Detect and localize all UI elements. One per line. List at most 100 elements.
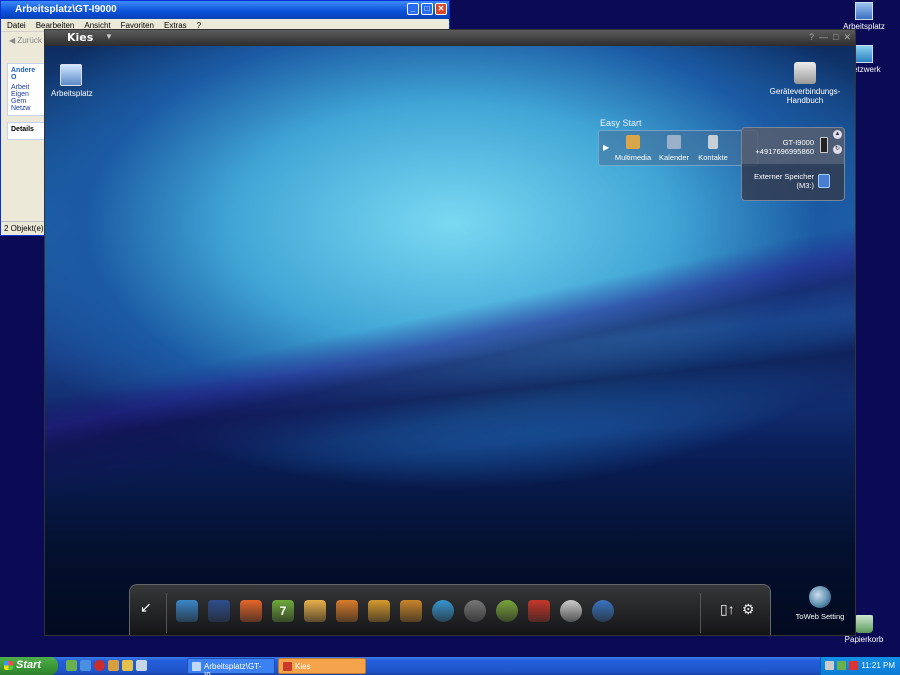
phone-icon[interactable] — [240, 600, 262, 622]
easy-start-kalender[interactable]: Kalender — [654, 135, 694, 162]
system-tray: 11:21 PM — [820, 657, 900, 675]
memory-card-icon — [818, 174, 830, 188]
kies-titlebar[interactable]: Kies ▼ ? — □ ✕ — [45, 30, 855, 46]
device-name: GT-I9000 — [782, 138, 814, 147]
kies-task-icon — [283, 662, 292, 671]
toweb-setting[interactable]: ToWeb Setting — [793, 586, 847, 621]
tray-kies-icon[interactable] — [825, 661, 834, 670]
quicklaunch-desktop-icon[interactable] — [66, 660, 77, 671]
easy-start-item-label: Kontakte — [698, 153, 728, 162]
quicklaunch-app2-icon[interactable] — [136, 660, 147, 671]
task-kies[interactable]: Kies — [278, 658, 366, 674]
quicklaunch-media-icon[interactable] — [108, 660, 119, 671]
back-button[interactable]: ◀ Zurück — [9, 36, 42, 45]
shortcut-label: Arbeitsplatz — [51, 89, 93, 98]
explorer-titlebar[interactable]: Arbeitsplatz\GT-I9000 _ □ ✕ — [1, 1, 449, 19]
kies-app-name: Kies — [67, 31, 94, 44]
computer-icon — [60, 64, 82, 86]
easy-start-kontakte[interactable]: Kontakte — [693, 135, 733, 162]
desktop-icon-label: Papierkorb — [844, 635, 884, 644]
start-button[interactable]: Start — [0, 657, 58, 675]
panel-heading[interactable]: Andere O — [11, 67, 41, 81]
kies-arbeitsplatz-shortcut[interactable]: Arbeitsplatz — [51, 64, 93, 98]
task-label: Arbeitsplatz\GT-I9... — [204, 662, 262, 675]
close-button[interactable]: ✕ — [843, 32, 851, 43]
storage-drive: (M3:) — [796, 181, 815, 190]
photo-icon[interactable] — [368, 600, 390, 622]
details-panel: Details — [7, 122, 45, 140]
device-manual-shortcut[interactable]: Geräteverbindungs-Handbuch — [753, 62, 855, 105]
quicklaunch-app-icon[interactable] — [122, 660, 133, 671]
music-icon[interactable] — [432, 600, 454, 622]
tray-alert-icon[interactable] — [849, 661, 858, 670]
easy-start-panel: ▶ Multimedia Kalender Kontakte — [598, 130, 758, 166]
taskbar: Start Arbeitsplatz\GT-I9... Kies 11:21 P… — [0, 657, 900, 675]
easy-start-item-label: Kalender — [658, 153, 690, 162]
shortcut-label: Geräteverbindungs-Handbuch — [769, 87, 841, 105]
start-label: Start — [16, 659, 42, 671]
tray-network-icon[interactable] — [837, 661, 846, 670]
message-icon[interactable] — [304, 600, 326, 622]
phone-transfer-icon[interactable]: ▯↑ — [720, 601, 735, 618]
panel-item[interactable]: Eigen — [11, 91, 41, 98]
easy-start-item-label: Multimedia — [614, 153, 652, 162]
menu-datei[interactable]: Datei — [7, 21, 26, 30]
phone-icon — [820, 137, 828, 153]
windows-flag-icon — [4, 661, 13, 670]
kies-desktop: Arbeitsplatz Geräteverbindungs-Handbuch … — [45, 46, 855, 635]
apps-icon[interactable] — [176, 600, 198, 622]
contacts-icon — [708, 135, 718, 149]
video-icon[interactable] — [464, 600, 486, 622]
app-menu-dropdown-icon[interactable]: ▼ — [105, 32, 113, 41]
tray-clock: 11:21 PM — [861, 661, 895, 670]
easy-start-multimedia[interactable]: Multimedia — [613, 135, 653, 162]
close-button[interactable]: ✕ — [435, 3, 447, 15]
panel-item[interactable]: Gem — [11, 98, 41, 105]
eject-icon[interactable]: ▲ — [833, 130, 842, 139]
quicklaunch-ie-icon[interactable] — [80, 660, 91, 671]
upload-icon[interactable] — [208, 600, 230, 622]
disc-icon[interactable] — [560, 600, 582, 622]
minimize-button[interactable]: — — [819, 32, 828, 43]
expand-arrow-icon[interactable]: ▶ — [603, 143, 609, 152]
settings-gear-icon[interactable]: ⚙ — [742, 601, 755, 618]
quicklaunch-opera-icon[interactable] — [94, 660, 105, 671]
kies-window: Kies ▼ ? — □ ✕ Arbeitsplatz Geräteverbin… — [44, 29, 856, 636]
panel-item[interactable]: Arbeit — [11, 84, 41, 91]
minimize-button[interactable]: _ — [407, 3, 419, 15]
desktop-icon-arbeitsplatz[interactable]: Arbeitsplatz — [829, 2, 899, 31]
photo-edit-icon[interactable] — [400, 600, 422, 622]
computer-icon — [855, 2, 873, 20]
explorer-task-icon — [192, 662, 201, 671]
kies-dock: ↙ 7 ▯↑ ⚙ — [129, 584, 771, 635]
back-label: Zurück — [17, 36, 42, 45]
multimedia-icon — [626, 135, 640, 149]
memo-icon[interactable] — [336, 600, 358, 622]
dock-divider — [166, 593, 167, 633]
help-button[interactable]: ? — [809, 32, 814, 43]
sync-icon[interactable]: ↻ — [833, 145, 842, 154]
calendar-icon — [667, 135, 681, 149]
task-label: Kies — [295, 662, 311, 671]
web-icon[interactable] — [592, 600, 614, 622]
globe-gear-icon — [809, 586, 831, 608]
device-entry[interactable]: GT-I9000 +4917696995860 ▲ ↻ — [742, 128, 844, 164]
browser-icon[interactable] — [496, 600, 518, 622]
maximize-button[interactable]: □ — [421, 3, 433, 15]
collapse-icon[interactable]: ↙ — [140, 599, 152, 616]
recycle-bin-icon — [855, 615, 873, 633]
other-places-panel: Andere O Arbeit Eigen Gem Netzw — [7, 63, 45, 116]
network-icon — [855, 45, 873, 63]
explorer-task-pane: Andere O Arbeit Eigen Gem Netzw Details — [7, 63, 45, 146]
maximize-button[interactable]: □ — [833, 32, 838, 43]
calendar-icon[interactable]: 7 — [272, 600, 294, 622]
podcast-icon[interactable] — [528, 600, 550, 622]
explorer-title: Arbeitsplatz\GT-I9000 — [15, 4, 117, 15]
panel-item[interactable]: Netzw — [11, 105, 41, 112]
details-heading[interactable]: Details — [11, 126, 41, 133]
device-number: +4917696995860 — [755, 147, 814, 156]
easy-start-label: Easy Start — [600, 118, 642, 128]
task-explorer[interactable]: Arbeitsplatz\GT-I9... — [187, 658, 275, 675]
dock-divider — [700, 593, 701, 633]
storage-entry[interactable]: Externer Speicher (M3:) — [750, 172, 814, 190]
